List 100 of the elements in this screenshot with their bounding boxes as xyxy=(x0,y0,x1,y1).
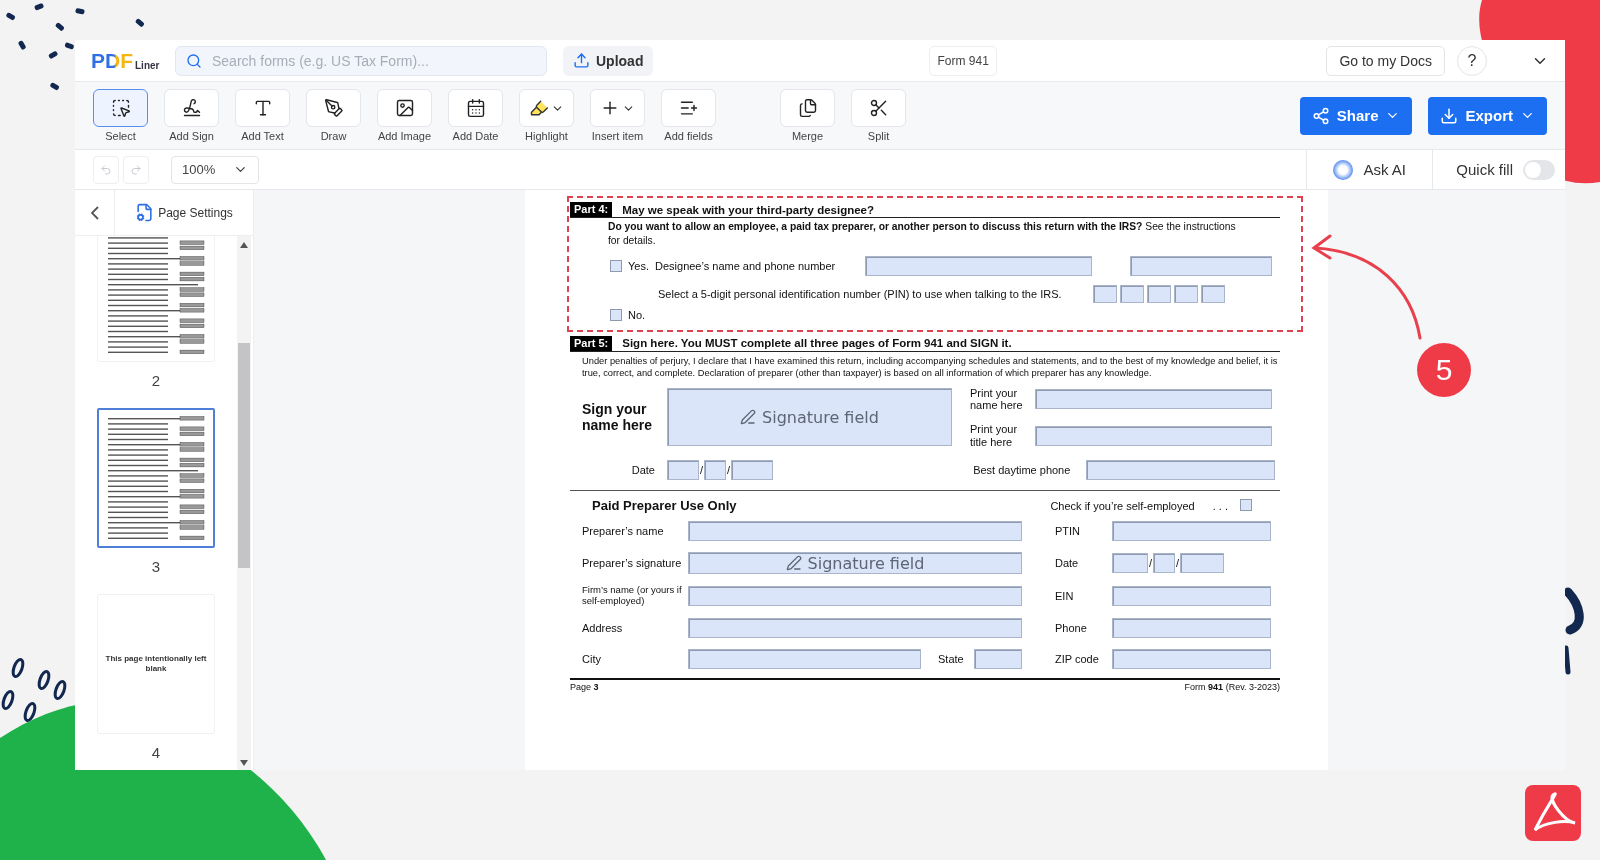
signature-field[interactable]: Signature field xyxy=(688,552,1022,575)
input-field[interactable] xyxy=(1180,553,1225,574)
undo-icon xyxy=(100,162,112,177)
page-settings-icon xyxy=(135,203,155,222)
pin-digit-field[interactable] xyxy=(1174,285,1198,303)
date-separator: / xyxy=(727,464,731,477)
image-icon xyxy=(394,98,415,118)
declaration-text: Under penalties of perjury, I declare that I have examined this return, including accompanying schedules and statements, and to the best of my knowledge and belief, it is true, correct, and complete. Declaration of preparer (other than taxpayer) is based on all information of which preparer has any knowledge. xyxy=(581,354,1279,379)
zoom-select[interactable]: 100% xyxy=(171,155,259,184)
field-label: Print your title here xyxy=(970,422,1019,449)
field-label: City xyxy=(582,652,601,666)
search-input[interactable]: Search forms (e.g. US Tax Form)... xyxy=(210,51,536,70)
pointer-icon xyxy=(110,98,131,118)
upload-icon xyxy=(573,52,590,69)
sign-label: Sign your name here xyxy=(582,401,654,434)
input-field[interactable] xyxy=(1112,649,1271,670)
date-separator: / xyxy=(1149,557,1153,570)
pin-digit-field[interactable] xyxy=(1147,285,1171,303)
share-button[interactable]: Share xyxy=(1299,96,1413,135)
input-field[interactable] xyxy=(1112,586,1271,607)
input-field[interactable] xyxy=(1112,521,1271,542)
field-label: Date xyxy=(1055,556,1079,570)
field-label: Check if you’re self-employed xyxy=(1050,499,1195,513)
list-plus-icon xyxy=(678,98,699,118)
input-field[interactable] xyxy=(1112,553,1148,574)
section-title: Paid Preparer Use Only xyxy=(592,498,737,514)
option-label: Yes. xyxy=(628,259,649,273)
part-title: May we speak with your third-party designee? xyxy=(622,203,875,216)
input-field[interactable] xyxy=(731,460,774,481)
ask-ai-button[interactable]: Ask AI xyxy=(1363,161,1406,178)
pin-digit-field[interactable] xyxy=(1093,285,1117,303)
signature-icon xyxy=(181,98,202,118)
field-label: Best daytime phone xyxy=(973,463,1072,477)
quick-fill-label: Quick fill xyxy=(1456,161,1513,178)
input-field[interactable] xyxy=(1086,460,1276,481)
input-field[interactable] xyxy=(1130,256,1272,276)
page-number: 2 xyxy=(151,372,161,391)
input-field[interactable] xyxy=(865,256,1092,276)
export-button[interactable]: Export xyxy=(1428,96,1547,135)
download-icon xyxy=(1440,106,1459,125)
pin-digit-field[interactable] xyxy=(1120,285,1144,303)
quick-fill-toggle[interactable] xyxy=(1523,159,1555,180)
input-field[interactable] xyxy=(688,521,1022,542)
input-field[interactable] xyxy=(974,649,1022,670)
input-field[interactable] xyxy=(688,586,1022,607)
input-field[interactable] xyxy=(667,460,699,481)
signature-icon xyxy=(785,555,802,572)
part-tag: Part 5: xyxy=(570,335,613,351)
upload-button[interactable]: Upload xyxy=(563,45,654,76)
field-label: Address xyxy=(582,621,623,635)
part-title: Sign here. You MUST complete all three pages of Form 941 and SIGN it. xyxy=(622,337,1012,350)
thumbnail-text: This page intentionally left blank xyxy=(104,654,208,674)
signature-field[interactable]: Signature field xyxy=(667,388,952,447)
question-text: Do you want to allow an employee, a paid tax preparer, or another person to discuss this return with the IRS? See the instructions for details. xyxy=(607,220,1237,248)
field-label: Preparer’s name xyxy=(582,524,664,538)
files-icon xyxy=(797,98,818,118)
input-field[interactable] xyxy=(688,618,1022,639)
field-label: Designee’s name and phone number xyxy=(655,259,836,273)
scrollbar-thumb[interactable] xyxy=(238,343,250,568)
input-field[interactable] xyxy=(1035,389,1272,410)
pin-digit-field[interactable] xyxy=(1201,285,1225,303)
option-label: No. xyxy=(628,309,646,322)
page-thumbnail[interactable]: This page intentionally left blank xyxy=(97,594,215,734)
field-label: Firm’s name (or yours if self-employed) xyxy=(582,585,683,608)
checkbox[interactable] xyxy=(610,309,622,322)
leader-dots: . . . xyxy=(1212,499,1228,513)
pdf-logo-icon xyxy=(1525,785,1581,841)
checkbox[interactable] xyxy=(1240,499,1252,512)
date-separator: / xyxy=(1176,557,1180,570)
page-footer-text: Page 3 xyxy=(570,682,599,693)
page-thumbnail[interactable] xyxy=(97,408,215,548)
page-number: 4 xyxy=(151,744,161,763)
calendar-icon xyxy=(465,98,486,118)
step-badge: 5 xyxy=(1417,343,1471,397)
date-separator: / xyxy=(700,464,704,477)
scroll-up-icon xyxy=(240,242,248,248)
redo-icon xyxy=(130,162,142,177)
input-field[interactable] xyxy=(688,649,921,670)
page-number: 3 xyxy=(151,558,161,577)
field-label: Date xyxy=(631,463,655,477)
field-label: ZIP code xyxy=(1055,652,1099,666)
field-label: EIN xyxy=(1055,589,1074,603)
field-label: State xyxy=(938,652,964,666)
help-button[interactable]: ? xyxy=(1457,45,1487,76)
docs-button[interactable]: Go to my Docs xyxy=(1326,45,1445,76)
part-tag: Part 4: xyxy=(570,202,613,217)
search-icon xyxy=(186,52,202,69)
field-label: Phone xyxy=(1055,621,1087,635)
input-field[interactable] xyxy=(704,460,727,481)
field-label: PTIN xyxy=(1055,524,1081,538)
input-field[interactable] xyxy=(1153,553,1176,574)
ai-orb-icon xyxy=(1333,159,1354,180)
form-footer-text: Form 941 (Rev. 3-2023) xyxy=(1184,682,1280,693)
checkbox[interactable] xyxy=(610,260,622,272)
field-label: Select a 5-digit personal identification number (PIN) to use when talking to the IRS. xyxy=(658,287,1062,301)
share-icon xyxy=(1311,106,1330,125)
input-field[interactable] xyxy=(1035,425,1272,446)
input-field[interactable] xyxy=(1112,618,1271,639)
field-label: Preparer’s signature xyxy=(582,556,682,570)
search-field[interactable]: Search forms (e.g. US Tax Form)... xyxy=(175,45,547,76)
